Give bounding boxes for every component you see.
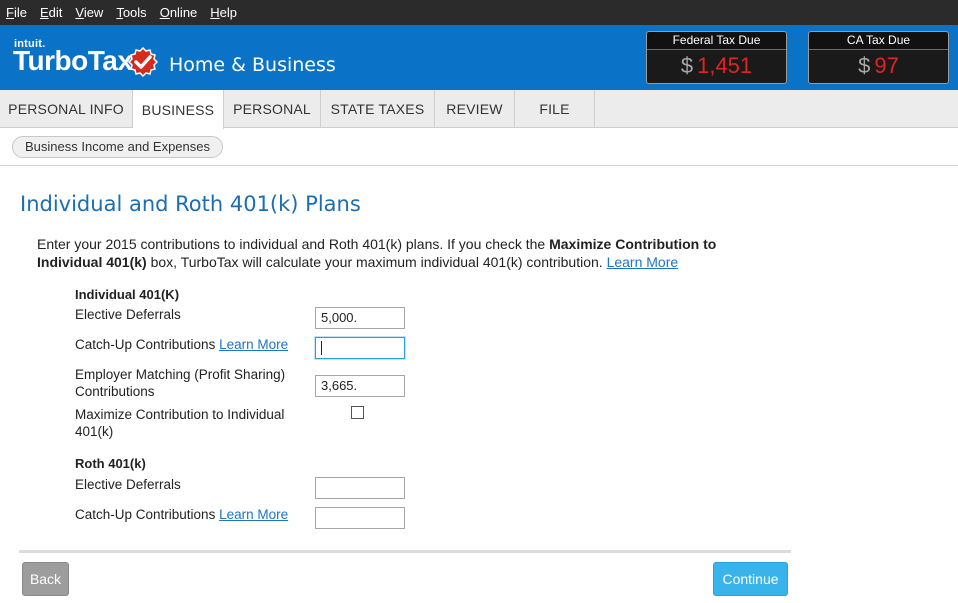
roth-401k-heading: Roth 401(k) bbox=[75, 456, 146, 471]
text-caret bbox=[321, 341, 322, 355]
main-tabs: PERSONAL INFO BUSINESS PERSONAL STATE TA… bbox=[0, 90, 958, 129]
menu-view[interactable]: View bbox=[75, 5, 103, 20]
product-name: Home & Business bbox=[169, 54, 336, 76]
menu-edit[interactable]: Edit bbox=[40, 5, 62, 20]
menu-tools[interactable]: Tools bbox=[116, 5, 146, 20]
maximize-contribution-label: Maximize Contribution to Individual 401(… bbox=[75, 407, 285, 439]
roth-catchup-label: Catch-Up Contributions Learn More bbox=[75, 507, 289, 522]
intro-text: Enter your 2015 contributions to individ… bbox=[37, 236, 717, 270]
intro-learn-more-link[interactable]: Learn More bbox=[607, 254, 679, 270]
turbotax-logo-text: TurboTax bbox=[13, 45, 133, 76]
tab-review[interactable]: REVIEW bbox=[435, 90, 515, 128]
tab-business[interactable]: BUSINESS bbox=[133, 90, 224, 129]
menu-file[interactable]: File bbox=[6, 5, 27, 20]
employer-matching-input[interactable]: 3,665. bbox=[315, 375, 405, 397]
individual-401k-heading: Individual 401(K) bbox=[75, 287, 180, 302]
state-tax-due-amount: $97 bbox=[858, 53, 899, 78]
state-tax-due-title: CA Tax Due bbox=[809, 32, 948, 50]
federal-tax-due-box[interactable]: Federal Tax Due $1,451 bbox=[646, 31, 787, 84]
roth-elective-label: Elective Deferrals bbox=[75, 477, 181, 492]
individual-elective-label: Elective Deferrals bbox=[75, 307, 181, 322]
breadcrumb-bar: Business Income and Expenses bbox=[0, 128, 958, 166]
individual-elective-input[interactable]: 5,000. bbox=[315, 307, 405, 329]
menu-help[interactable]: Help bbox=[210, 5, 237, 20]
footer-divider bbox=[19, 550, 791, 553]
continue-button[interactable]: Continue bbox=[713, 562, 788, 596]
maximize-contribution-checkbox[interactable] bbox=[351, 406, 364, 419]
checkmark-badge-icon bbox=[127, 47, 159, 77]
tab-personal[interactable]: PERSONAL bbox=[224, 90, 321, 128]
individual-catchup-learn-more-link[interactable]: Learn More bbox=[219, 337, 288, 352]
tab-state-taxes[interactable]: STATE TAXES bbox=[321, 90, 435, 128]
federal-tax-due-amount: $1,451 bbox=[680, 53, 753, 78]
individual-catchup-input[interactable] bbox=[315, 337, 405, 359]
breadcrumb-business-income[interactable]: Business Income and Expenses bbox=[12, 136, 223, 158]
state-tax-due-box[interactable]: CA Tax Due $97 bbox=[808, 31, 949, 84]
individual-catchup-label: Catch-Up Contributions Learn More bbox=[75, 337, 289, 352]
roth-catchup-input[interactable] bbox=[315, 507, 405, 529]
menu-bar: File Edit View Tools Online Help bbox=[0, 0, 958, 25]
app-header: intuit. TurboTax Home & Business Federal… bbox=[0, 25, 958, 90]
employer-matching-label: Employer Matching (Profit Sharing) Contr… bbox=[75, 367, 286, 399]
back-button[interactable]: Back bbox=[22, 562, 69, 596]
page-title: Individual and Roth 401(k) Plans bbox=[20, 192, 361, 216]
tab-personal-info[interactable]: PERSONAL INFO bbox=[0, 90, 133, 128]
roth-elective-input[interactable] bbox=[315, 477, 405, 499]
federal-tax-due-title: Federal Tax Due bbox=[647, 32, 786, 50]
roth-catchup-learn-more-link[interactable]: Learn More bbox=[219, 507, 288, 522]
tab-file[interactable]: FILE bbox=[515, 90, 595, 128]
menu-online[interactable]: Online bbox=[160, 5, 198, 20]
